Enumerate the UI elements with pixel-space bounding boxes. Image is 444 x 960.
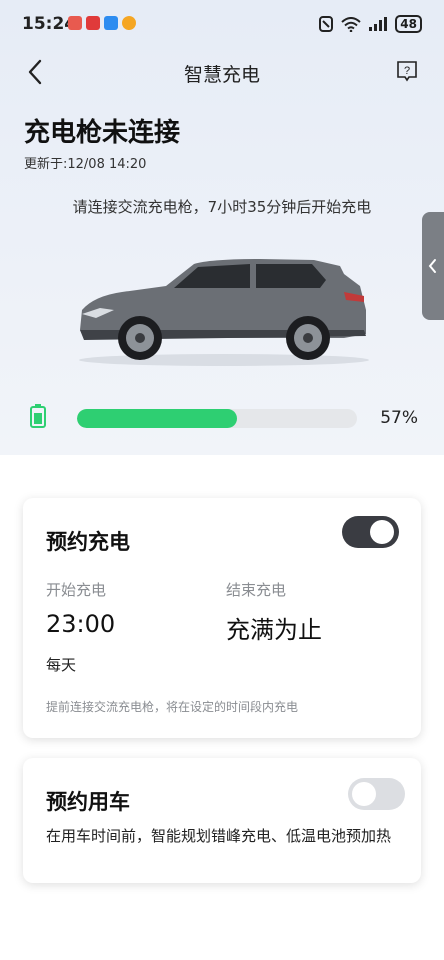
wifi-icon bbox=[341, 16, 361, 32]
charging-hint: 请连接交流充电枪，7小时35分钟后开始充电 bbox=[72, 198, 372, 216]
scheduled-charging-title: 预约充电 bbox=[46, 530, 130, 554]
scheduled-charging-toggle[interactable] bbox=[342, 516, 399, 548]
scheduled-departure-toggle[interactable] bbox=[348, 778, 405, 810]
scheduled-departure-card: 预约用车 在用车时间前，智能规划错峰充电、低温电池预加热 bbox=[23, 758, 421, 883]
updated-time: 更新于:12/08 14:20 bbox=[24, 157, 147, 172]
nfc-icon bbox=[319, 16, 334, 32]
page-title: 智慧充电 bbox=[183, 64, 260, 86]
end-charging-label: 结束充电 bbox=[226, 581, 287, 599]
start-charging-time[interactable]: 23:00 bbox=[46, 610, 115, 638]
scheduled-charging-card: 预约充电 开始充电 结束充电 23:00 充满为止 每天 提前连接交流充电枪，将… bbox=[23, 498, 421, 738]
chevron-left-icon[interactable] bbox=[24, 58, 48, 86]
end-charging-condition[interactable]: 充满为止 bbox=[226, 610, 322, 645]
battery-progress-bar bbox=[77, 409, 357, 428]
app-notification-icon-1 bbox=[68, 16, 82, 30]
battery-percent: 57% bbox=[380, 408, 418, 428]
scheduled-departure-title: 预约用车 bbox=[46, 790, 130, 814]
repeat-schedule[interactable]: 每天 bbox=[46, 654, 76, 675]
app-notification-icon-3 bbox=[104, 16, 118, 30]
battery-progress-fill bbox=[77, 409, 237, 428]
battery-icon: 48 bbox=[395, 15, 422, 33]
side-panel-handle[interactable] bbox=[422, 212, 444, 320]
battery-level-icon bbox=[30, 404, 46, 428]
car-image bbox=[79, 259, 369, 366]
start-charging-label: 开始充电 bbox=[46, 581, 107, 599]
chevron-left-icon bbox=[428, 259, 436, 273]
app-notification-icon-2 bbox=[86, 16, 100, 30]
status-bar: 15:24 48 bbox=[0, 0, 444, 50]
help-icon[interactable]: ? bbox=[396, 60, 418, 82]
svg-text:?: ? bbox=[404, 65, 410, 77]
signal-icon bbox=[369, 17, 388, 31]
weibo-icon bbox=[122, 16, 136, 30]
scheduled-departure-description: 在用车时间前，智能规划错峰充电、低温电池预加热 bbox=[46, 827, 392, 845]
connection-status-title: 充电枪未连接 bbox=[24, 118, 181, 148]
scheduled-charging-note: 提前连接交流充电枪，将在设定的时间段内充电 bbox=[46, 700, 299, 714]
notification-icons bbox=[68, 16, 136, 30]
